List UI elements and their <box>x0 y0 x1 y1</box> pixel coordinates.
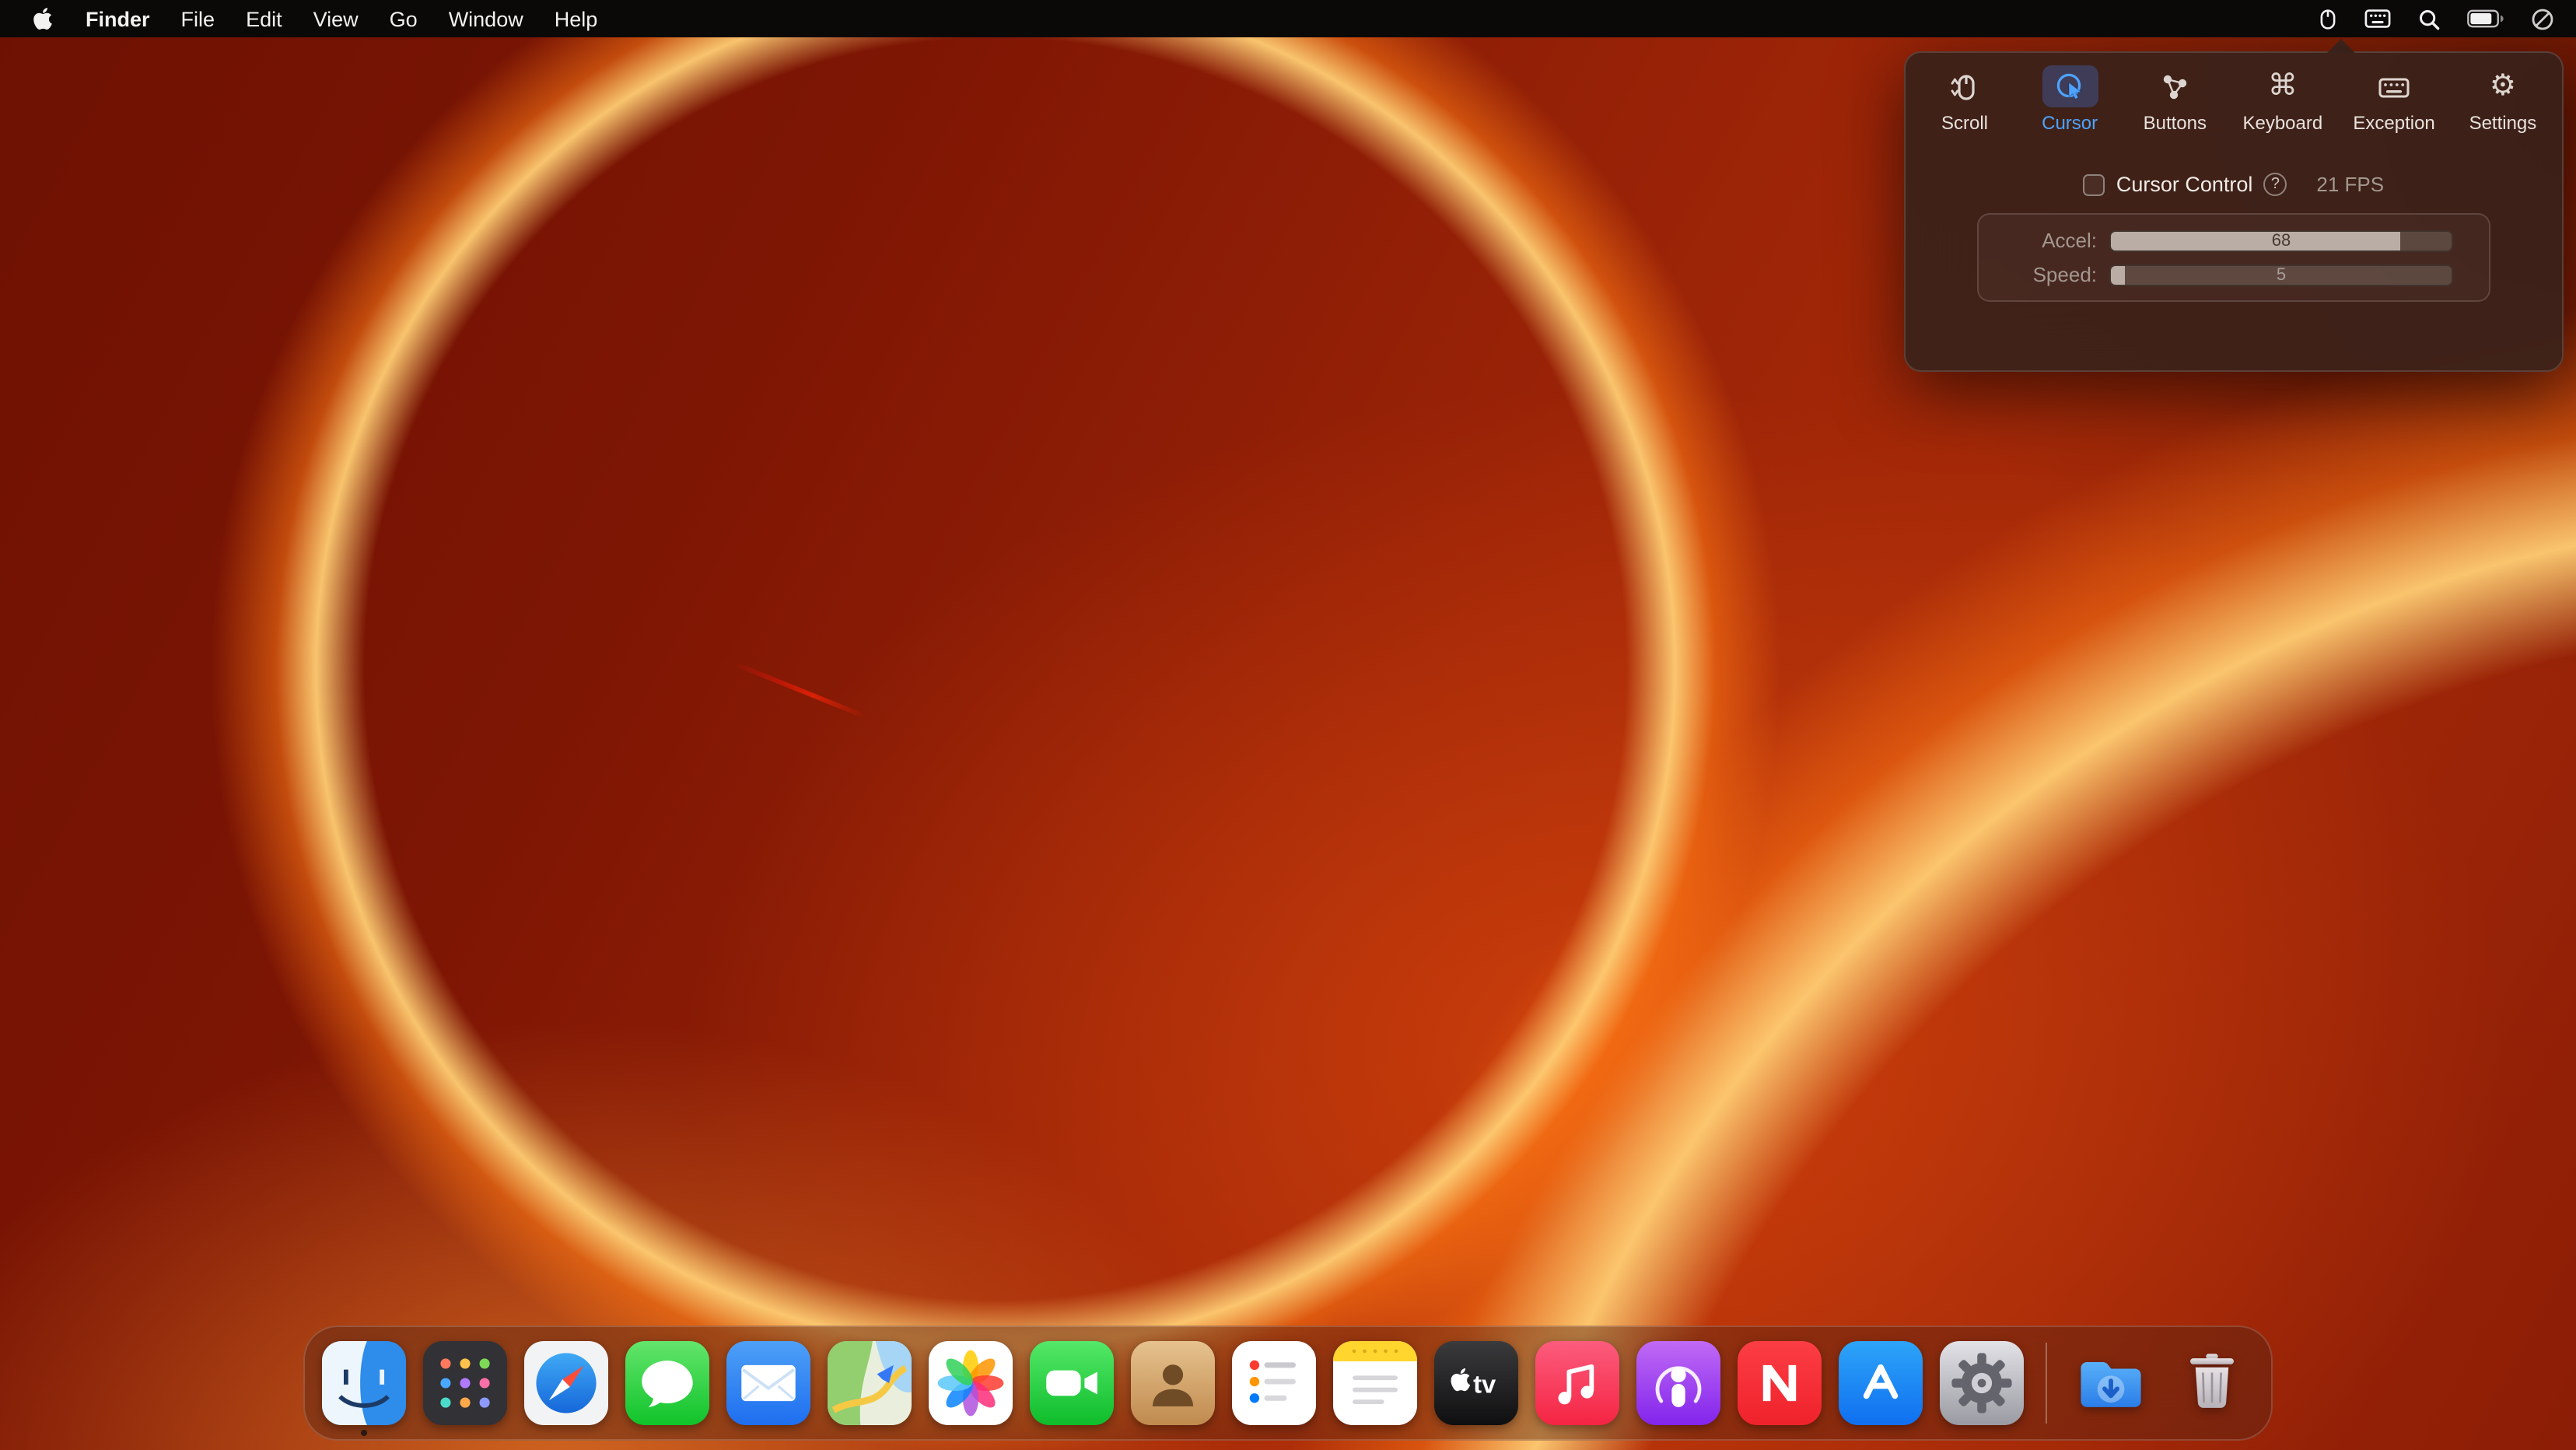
battery-icon[interactable] <box>2467 9 2504 28</box>
speed-value: 5 <box>2111 265 2452 285</box>
app-menu-finder[interactable]: Finder <box>70 7 166 30</box>
tab-settings[interactable]: ⚙ Settings <box>2466 65 2540 134</box>
tab-exception-label: Exception <box>2353 112 2434 134</box>
apple-menu[interactable] <box>16 0 70 37</box>
menu-view[interactable]: View <box>298 7 374 30</box>
accel-row: Accel: 68 <box>1997 229 2470 252</box>
menu-help[interactable]: Help <box>539 7 614 30</box>
finder-running-indicator <box>361 1430 367 1436</box>
dock-launchpad-icon[interactable] <box>423 1341 507 1425</box>
dock-maps-icon[interactable] <box>828 1341 912 1425</box>
accel-value: 68 <box>2111 231 2452 251</box>
tab-keyboard[interactable]: ⌘ Keyboard <box>2242 65 2322 134</box>
tab-cursor-label: Cursor <box>2042 112 2098 134</box>
accel-label: Accel: <box>1997 229 2097 252</box>
dock-notes-icon[interactable] <box>1333 1341 1417 1425</box>
input-source-icon[interactable] <box>2364 8 2391 30</box>
apple-logo-icon <box>33 6 53 31</box>
fps-readout: 21 FPS <box>2316 173 2384 196</box>
dock-mail-icon[interactable] <box>726 1341 810 1425</box>
tab-keyboard-label: Keyboard <box>2242 112 2322 134</box>
accel-slider[interactable]: 68 <box>2109 229 2453 251</box>
menu-window[interactable]: Window <box>433 7 539 30</box>
dock-news-icon[interactable] <box>1738 1341 1822 1425</box>
keyboard-icon <box>2366 65 2422 107</box>
scroll-mouse-icon <box>1937 65 1993 107</box>
cursor-control-row: Cursor Control ? 21 FPS <box>1906 173 2562 196</box>
tab-buttons-label: Buttons <box>2144 112 2207 134</box>
tab-scroll-label: Scroll <box>1941 112 1988 134</box>
dock-music-icon[interactable] <box>1535 1341 1619 1425</box>
dock-app-store-icon[interactable] <box>1839 1341 1923 1425</box>
tab-exception[interactable]: Exception <box>2353 65 2434 134</box>
dock-tv-icon[interactable]: tv <box>1434 1341 1518 1425</box>
cursor-control-checkbox[interactable] <box>2084 173 2105 195</box>
dock-podcasts-icon[interactable] <box>1636 1341 1720 1425</box>
search-icon[interactable] <box>2417 7 2441 30</box>
tab-cursor[interactable]: Cursor <box>2032 65 2107 134</box>
dock-system-settings-icon[interactable] <box>1940 1341 2024 1425</box>
buttons-dots-icon <box>2147 65 2203 107</box>
cursor-control-label: Cursor Control <box>2116 173 2253 196</box>
menu-bar-left: Finder File Edit View Go Window Help <box>0 0 613 37</box>
dock-trash-icon[interactable] <box>2170 1341 2254 1425</box>
do-not-disturb-icon[interactable] <box>2531 7 2554 30</box>
menu-file[interactable]: File <box>166 7 231 30</box>
speed-label: Speed: <box>1997 263 2097 286</box>
menu-go[interactable]: Go <box>374 7 433 30</box>
menu-edit[interactable]: Edit <box>230 7 298 30</box>
desktop: Finder File Edit View Go Window Help <box>0 0 2576 1450</box>
svg-text:tv: tv <box>1473 1370 1496 1399</box>
menu-bar-status <box>2318 0 2576 37</box>
help-icon[interactable]: ? <box>2263 173 2287 196</box>
dock-safari-icon[interactable] <box>524 1341 608 1425</box>
dock: tv <box>303 1326 2273 1441</box>
mouse-status-icon[interactable] <box>2318 5 2338 32</box>
dock-separator <box>2046 1343 2047 1424</box>
tab-buttons[interactable]: Buttons <box>2137 65 2212 134</box>
dock-downloads-folder-icon[interactable] <box>2069 1341 2153 1425</box>
popover-tabs: Scroll Cursor Buttons ⌘ Keyboard <box>1906 53 2562 140</box>
cursor-settings-group: Accel: 68 Speed: 5 <box>1977 213 2490 302</box>
dock-reminders-icon[interactable] <box>1232 1341 1316 1425</box>
cursor-click-icon <box>2042 65 2098 107</box>
dock-facetime-icon[interactable] <box>1030 1341 1114 1425</box>
gear-icon: ⚙ <box>2475 65 2531 107</box>
dock-contacts-icon[interactable] <box>1131 1341 1215 1425</box>
menu-bar: Finder File Edit View Go Window Help <box>0 0 2576 37</box>
speed-row: Speed: 5 <box>1997 263 2470 286</box>
speed-slider[interactable]: 5 <box>2109 264 2453 285</box>
dock-finder-icon[interactable] <box>322 1341 406 1425</box>
dock-photos-icon[interactable] <box>929 1341 1013 1425</box>
tab-scroll[interactable]: Scroll <box>1927 65 2002 134</box>
command-key-icon: ⌘ <box>2255 65 2311 107</box>
mouse-settings-popover: Scroll Cursor Buttons ⌘ Keyboard <box>1904 51 2564 372</box>
dock-messages-icon[interactable] <box>625 1341 709 1425</box>
popover-arrow <box>2327 39 2355 53</box>
tab-settings-label: Settings <box>2469 112 2537 134</box>
